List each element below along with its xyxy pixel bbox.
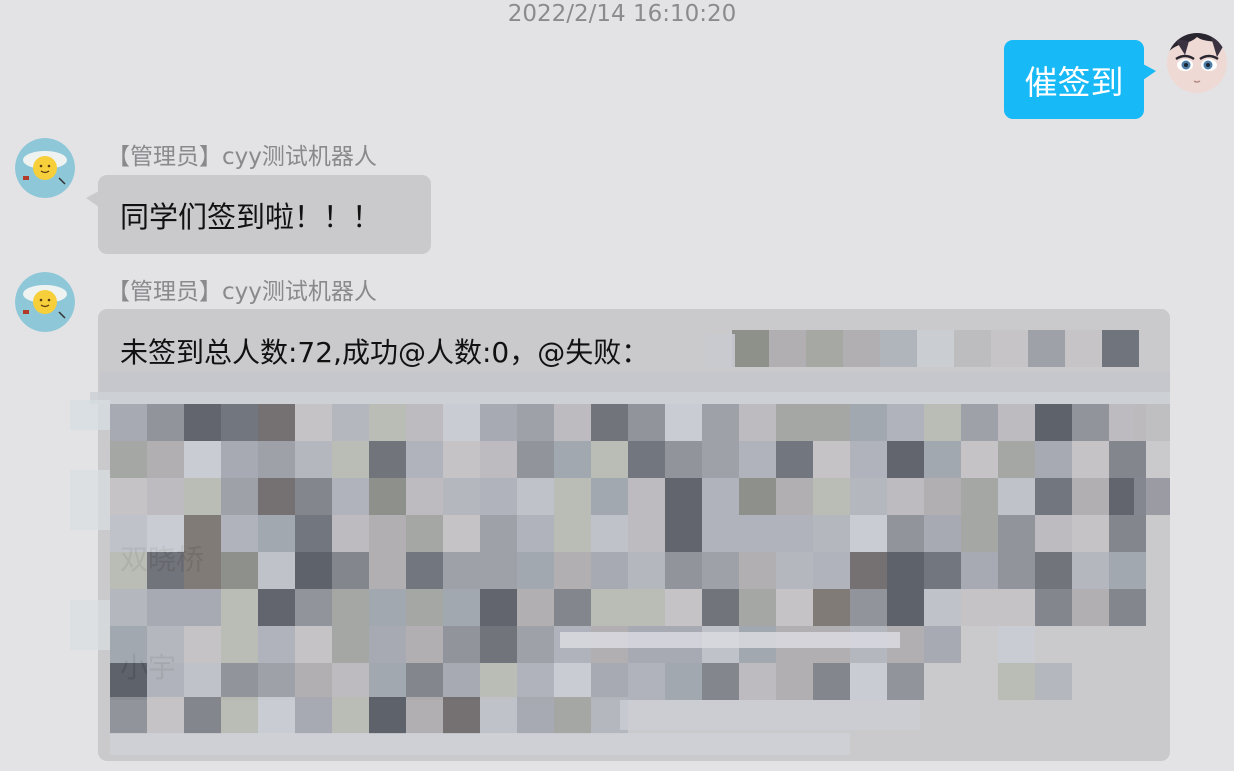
obscured-text-line: 双晓桥 <box>120 543 205 576</box>
outgoing-message-bubble[interactable]: 催签到 <box>1004 40 1156 119</box>
bot-avatar-icon[interactable] <box>15 272 75 332</box>
message-timestamp: 2022/2/14 16:10:20 <box>507 1 737 27</box>
bot-avatar-icon[interactable] <box>15 138 75 198</box>
sender-name: 【管理员】cyy测试机器人 <box>107 144 377 170</box>
incoming-message-text: 未签到总人数:72,成功@人数:0，@失败： <box>120 336 650 369</box>
sender-name: 【管理员】cyy测试机器人 <box>107 279 377 305</box>
incoming-message-text: 同学们签到啦！！！ <box>120 199 382 234</box>
incoming-message-bubble[interactable]: 未签到总人数:72,成功@人数:0，@失败： <box>98 309 1170 761</box>
incoming-message-bubble[interactable]: 同学们签到啦！！！ <box>86 175 431 254</box>
outgoing-message-text: 催签到 <box>1024 62 1124 102</box>
obscured-text-line: 小宇 <box>120 651 177 684</box>
user-avatar-icon[interactable] <box>1167 33 1227 93</box>
